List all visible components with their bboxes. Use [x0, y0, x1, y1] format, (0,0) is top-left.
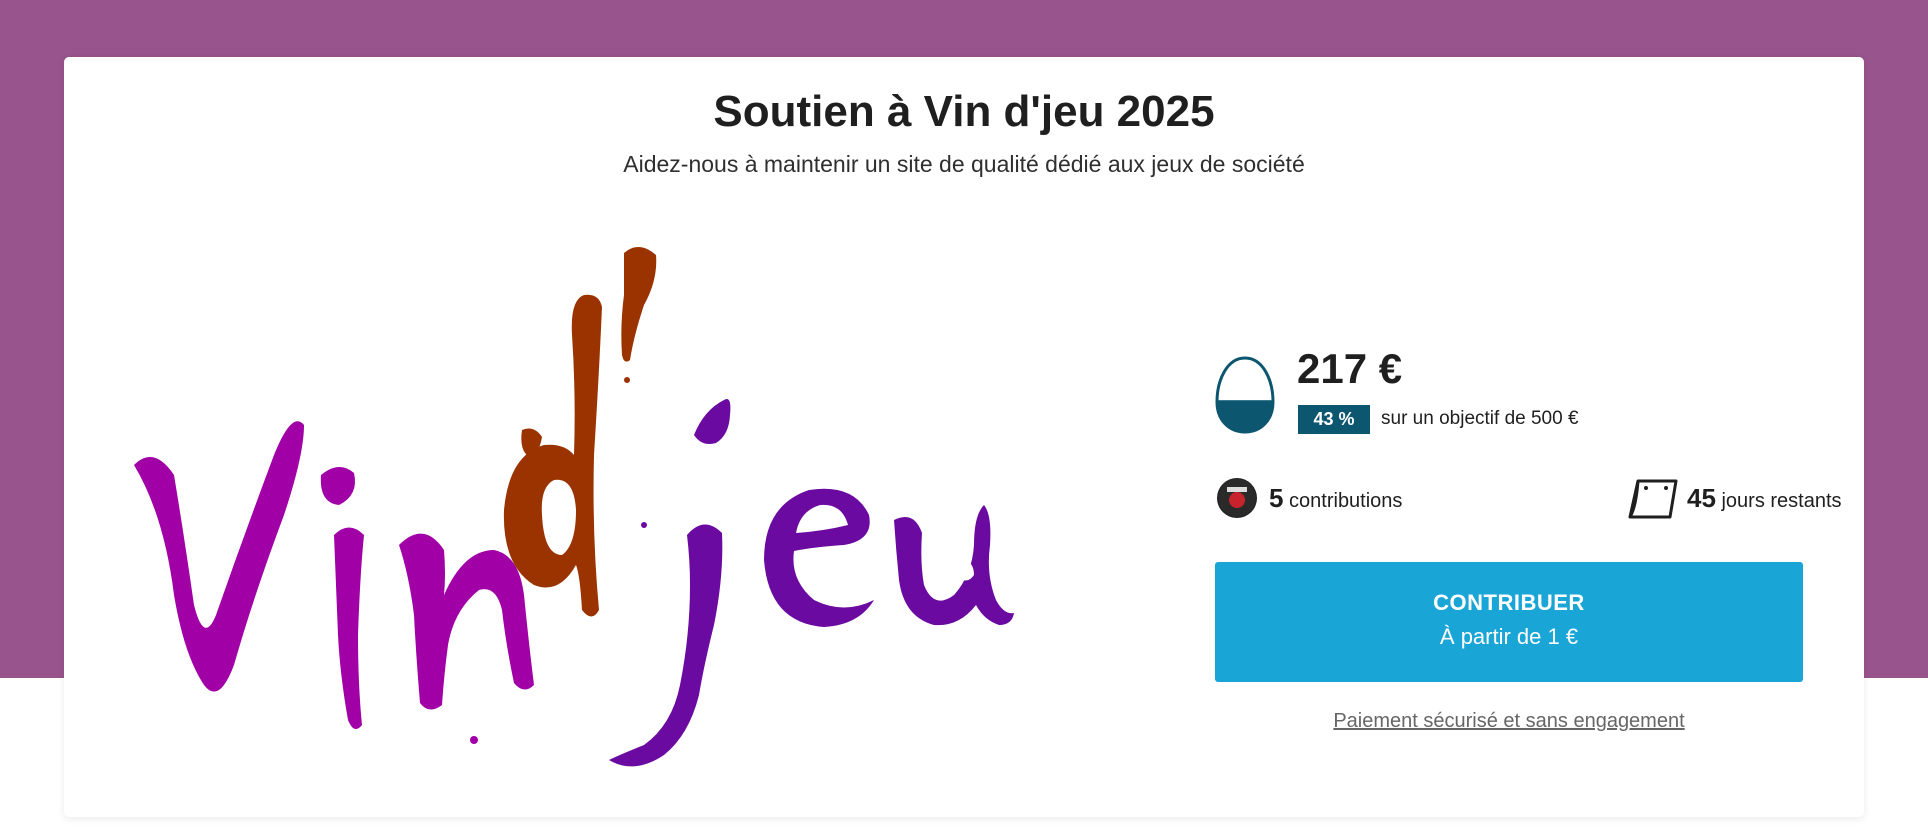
- contributions-label: contributions: [1289, 490, 1403, 512]
- contribute-button[interactable]: CONTRIBUER À partir de 1 €: [1215, 562, 1803, 682]
- goal-text: sur un objectif de 500 €: [1381, 408, 1579, 429]
- contribute-button-label: CONTRIBUER: [1433, 590, 1585, 615]
- page-subtitle: Aidez-nous à maintenir un site de qualit…: [623, 151, 1305, 177]
- contributor-avatar: [1217, 478, 1257, 518]
- raised-amount: 217 €: [1297, 345, 1403, 392]
- days-count: 45: [1687, 483, 1716, 513]
- contributions-count: 5: [1269, 483, 1284, 513]
- progress-percent-badge: 43 %: [1298, 405, 1370, 434]
- calendar-icon: [1628, 479, 1678, 519]
- piggy-jar-icon: [1215, 356, 1275, 434]
- jar-fill-level: [1217, 400, 1273, 432]
- days-label: jours restants: [1721, 490, 1842, 512]
- contribute-button-sublabel: À partir de 1 €: [1439, 624, 1579, 649]
- contributions-stat: 5 contributions: [1269, 483, 1402, 514]
- secure-payment-link[interactable]: Paiement sécurisé et sans engagement: [1215, 710, 1803, 733]
- campaign-card: Soutien à Vin d'jeu 2025 Aidez-nous à ma…: [64, 57, 1864, 817]
- days-left-stat: 45 jours restants: [1687, 483, 1842, 514]
- page-title: Soutien à Vin d'jeu 2025: [713, 87, 1215, 136]
- vin-djeu-logo: [124, 215, 1184, 835]
